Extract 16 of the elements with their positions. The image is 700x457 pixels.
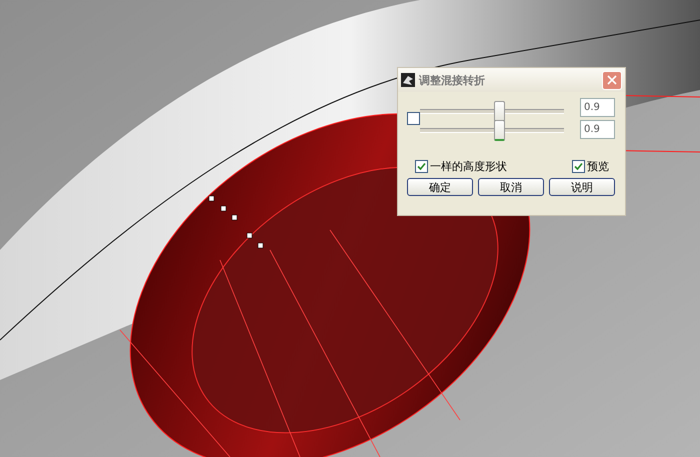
- dialog-title: 调整混接转折: [419, 72, 486, 88]
- app-icon: [401, 73, 415, 87]
- checkbox-label: 预览: [587, 159, 609, 174]
- checkbox-label: 一样的高度形状: [430, 159, 507, 174]
- value-field[interactable]: 0.9: [580, 120, 615, 139]
- slider-thumb[interactable]: [494, 100, 506, 122]
- link-checkbox[interactable]: [407, 112, 420, 125]
- close-icon: [607, 75, 617, 85]
- checkbox[interactable]: [415, 160, 428, 173]
- dialog-button[interactable]: 确定: [407, 178, 473, 196]
- checkbox[interactable]: [572, 160, 585, 173]
- close-button[interactable]: [602, 70, 622, 90]
- dialog-button[interactable]: 取消: [478, 178, 544, 196]
- value-field[interactable]: 0.9: [580, 98, 615, 117]
- dialog-button[interactable]: 说明: [549, 178, 615, 196]
- slider-thumb[interactable]: [494, 120, 506, 140]
